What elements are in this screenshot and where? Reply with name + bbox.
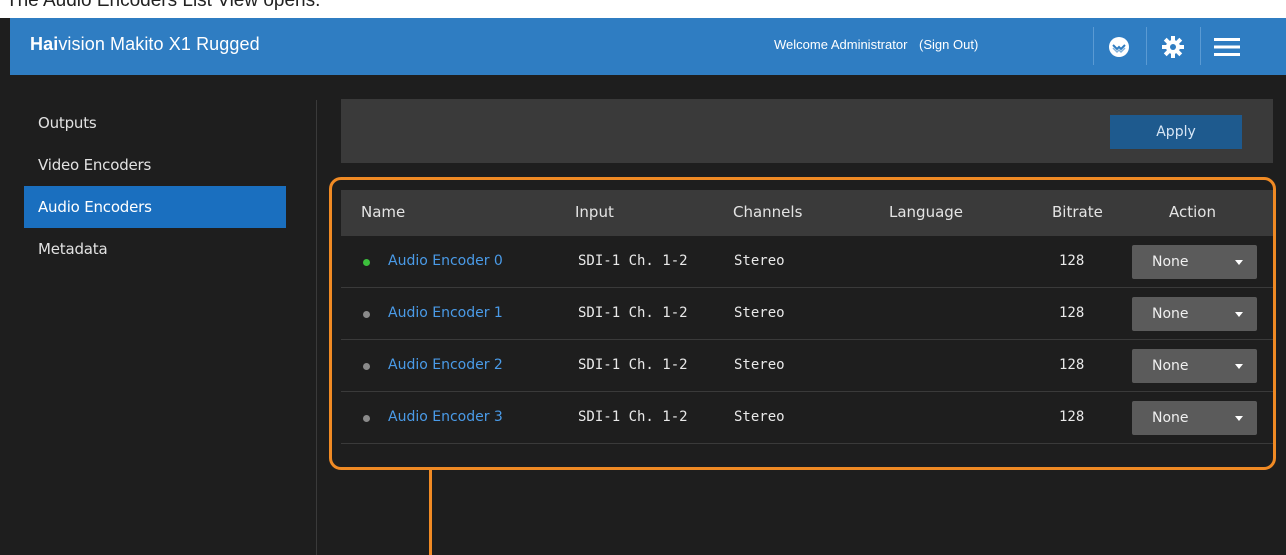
audio-encoders-table: Name Input Channels Language Bitrate Act… (341, 190, 1273, 444)
channels-cell: Stereo (734, 357, 785, 373)
input-cell: SDI-1 Ch. 1-2 (578, 357, 688, 373)
action-dropdown-label: None (1152, 254, 1189, 270)
bitrate-cell: 128 (1059, 409, 1085, 425)
sidebar-item-video-encoders[interactable]: Video Encoders (24, 144, 286, 186)
action-dropdown[interactable]: None (1132, 401, 1257, 435)
action-dropdown[interactable]: None (1132, 349, 1257, 383)
table-row: Audio Encoder 3 SDI-1 Ch. 1-2 Stereo 128… (341, 392, 1273, 444)
bitrate-cell: 128 (1059, 357, 1085, 373)
status-dot (363, 363, 370, 370)
status-dot (363, 259, 370, 266)
table-header: Name Input Channels Language Bitrate Act… (341, 190, 1273, 236)
channels-cell: Stereo (734, 305, 785, 321)
action-dropdown[interactable]: None (1132, 297, 1257, 331)
header-separator (1093, 27, 1094, 65)
toolbar: Apply (341, 99, 1273, 163)
header-separator (1200, 27, 1201, 65)
column-header-name[interactable]: Name (361, 203, 405, 221)
table-row: Audio Encoder 0 SDI-1 Ch. 1-2 Stereo 128… (341, 236, 1273, 288)
chevron-down-icon (1235, 312, 1243, 317)
welcome-area: Welcome Administrator (Sign Out) (774, 37, 978, 52)
hamburger-menu-icon[interactable] (1212, 32, 1242, 62)
chevron-down-icon (1235, 364, 1243, 369)
status-dot (363, 415, 370, 422)
table-row: Audio Encoder 1 SDI-1 Ch. 1-2 Stereo 128… (341, 288, 1273, 340)
sidebar-item-outputs[interactable]: Outputs (24, 102, 286, 144)
sign-out-link[interactable]: (Sign Out) (919, 37, 978, 52)
encoder-name-link[interactable]: Audio Encoder 2 (388, 357, 503, 373)
bitrate-cell: 128 (1059, 253, 1085, 269)
haivision-logo-icon[interactable] (1104, 32, 1134, 62)
column-header-input[interactable]: Input (575, 203, 614, 221)
sidebar-nav: Outputs Video Encoders Audio Encoders Me… (24, 110, 286, 270)
top-header: Haivision Makito X1 Rugged Welcome Admin… (10, 18, 1286, 75)
callout-pointer-line (429, 470, 432, 555)
action-dropdown-label: None (1152, 358, 1189, 374)
column-header-bitrate[interactable]: Bitrate (1052, 203, 1103, 221)
channels-cell: Stereo (734, 253, 785, 269)
column-header-action: Action (1169, 203, 1216, 221)
sidebar-item-metadata[interactable]: Metadata (24, 228, 286, 270)
input-cell: SDI-1 Ch. 1-2 (578, 253, 688, 269)
bitrate-cell: 128 (1059, 305, 1085, 321)
apply-button[interactable]: Apply (1110, 115, 1242, 149)
header-separator (1146, 27, 1147, 65)
column-header-channels[interactable]: Channels (733, 203, 802, 221)
chevron-down-icon (1235, 260, 1243, 265)
encoder-name-link[interactable]: Audio Encoder 3 (388, 409, 503, 425)
action-dropdown-label: None (1152, 306, 1189, 322)
status-dot (363, 311, 370, 318)
sidebar-item-label: Outputs (38, 114, 97, 132)
channels-cell: Stereo (734, 409, 785, 425)
sidebar-item-label: Video Encoders (38, 156, 152, 174)
table-row: Audio Encoder 2 SDI-1 Ch. 1-2 Stereo 128… (341, 340, 1273, 392)
sidebar-item-label: Metadata (38, 240, 108, 258)
welcome-text: Welcome Administrator (774, 37, 908, 52)
action-dropdown-label: None (1152, 410, 1189, 426)
chevron-down-icon (1235, 416, 1243, 421)
gear-icon[interactable] (1158, 32, 1188, 62)
input-cell: SDI-1 Ch. 1-2 (578, 305, 688, 321)
sidebar-item-label: Audio Encoders (38, 198, 152, 216)
column-header-language[interactable]: Language (889, 203, 963, 221)
sidebar-divider (316, 100, 317, 555)
doc-caption: The Audio Encoders List View opens. (0, 0, 1286, 18)
input-cell: SDI-1 Ch. 1-2 (578, 409, 688, 425)
encoder-name-link[interactable]: Audio Encoder 0 (388, 253, 503, 269)
brand-title: Haivision Makito X1 Rugged (30, 34, 260, 54)
sidebar-item-audio-encoders[interactable]: Audio Encoders (24, 186, 286, 228)
app-window: Haivision Makito X1 Rugged Welcome Admin… (0, 18, 1286, 555)
action-dropdown[interactable]: None (1132, 245, 1257, 279)
encoder-name-link[interactable]: Audio Encoder 1 (388, 305, 503, 321)
